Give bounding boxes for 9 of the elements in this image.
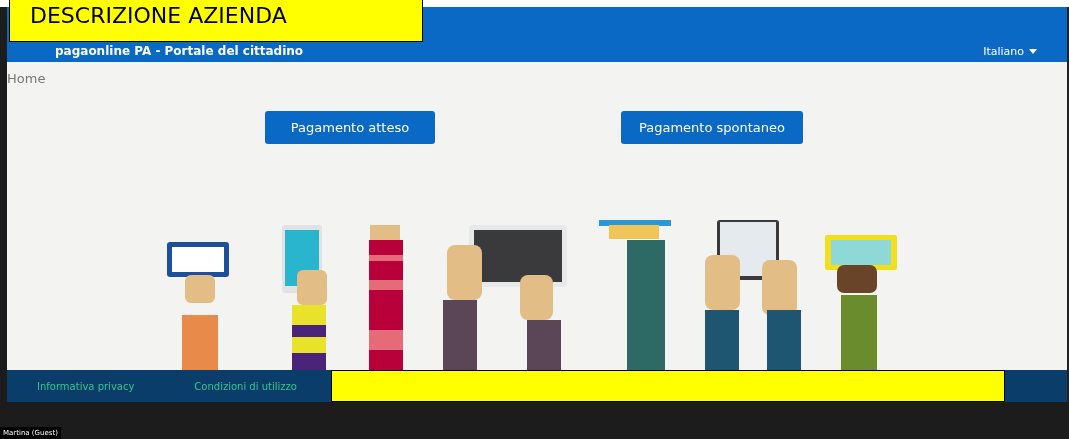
footer-link[interactable]: Condizioni di utilizzo	[194, 380, 297, 392]
company-label: DESCRIZIONE AZIENDA	[9, 0, 423, 42]
language-dropdown[interactable]: Italiano	[983, 45, 1037, 58]
caret-icon	[1029, 49, 1037, 54]
footer-link[interactable]: Informativa privacy	[37, 380, 135, 392]
breadcrumb[interactable]: Home	[7, 71, 46, 86]
payment-button[interactable]: Pagamento spontaneo	[621, 111, 803, 144]
payment-button[interactable]: Pagamento atteso	[265, 111, 435, 144]
site-title: pagaonline PA - Portale del cittadino	[55, 44, 304, 58]
